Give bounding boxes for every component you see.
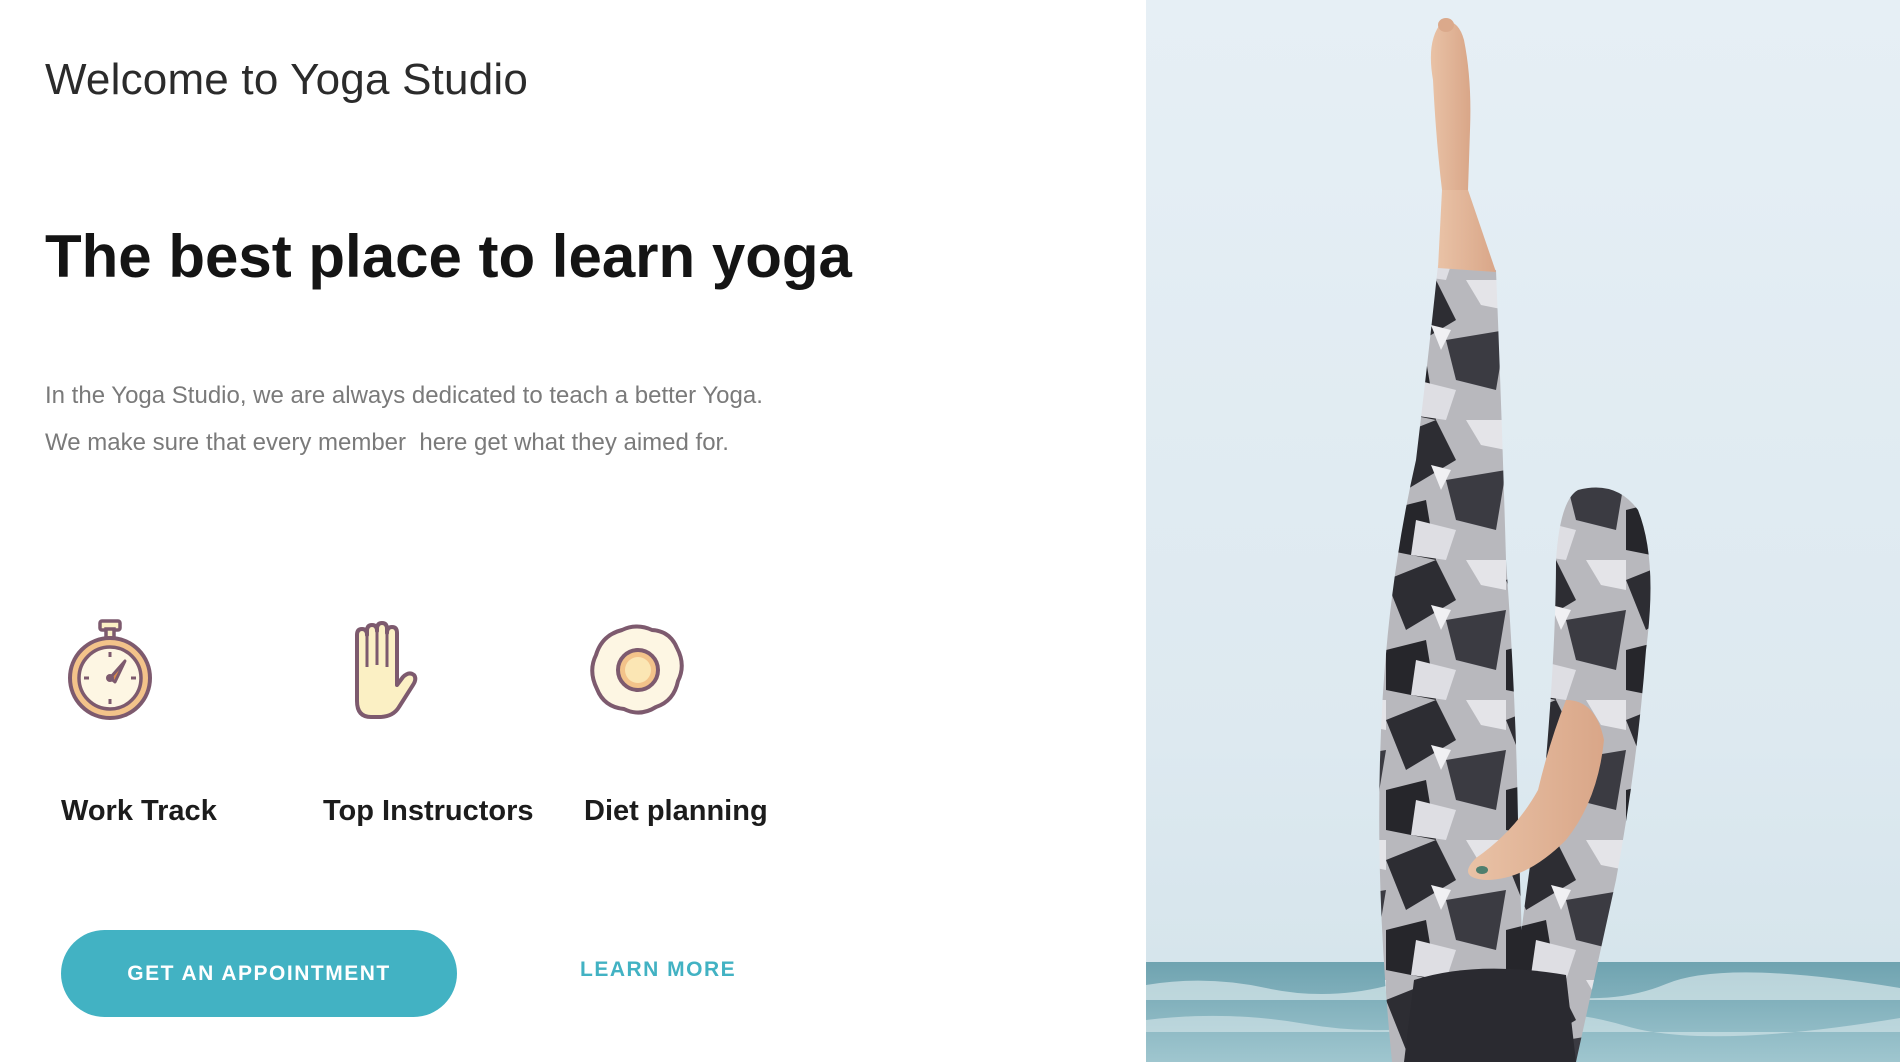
yoga-legs-image — [1146, 0, 1900, 1062]
fried-egg-icon — [582, 615, 692, 725]
learn-more-link[interactable]: LEARN MORE — [580, 958, 736, 982]
hero-photo — [1146, 0, 1900, 1062]
hero-headline: The best place to learn yoga — [45, 223, 852, 290]
get-appointment-button[interactable]: GET AN APPOINTMENT — [61, 930, 457, 1017]
landing-page: Welcome to Yoga Studio The best place to… — [0, 0, 1900, 1062]
stopwatch-icon — [55, 615, 165, 725]
feature-label: Diet planning — [584, 795, 768, 827]
hand-icon — [335, 615, 445, 725]
hero-description: In the Yoga Studio, we are always dedica… — [45, 372, 763, 466]
hero-content: Welcome to Yoga Studio The best place to… — [0, 0, 1146, 1062]
description-line-2: We make sure that every member here get … — [45, 429, 729, 456]
feature-label: Top Instructors — [323, 795, 534, 827]
feature-label: Work Track — [61, 795, 217, 827]
description-line-1: In the Yoga Studio, we are always dedica… — [45, 382, 763, 409]
welcome-title: Welcome to Yoga Studio — [45, 55, 529, 104]
